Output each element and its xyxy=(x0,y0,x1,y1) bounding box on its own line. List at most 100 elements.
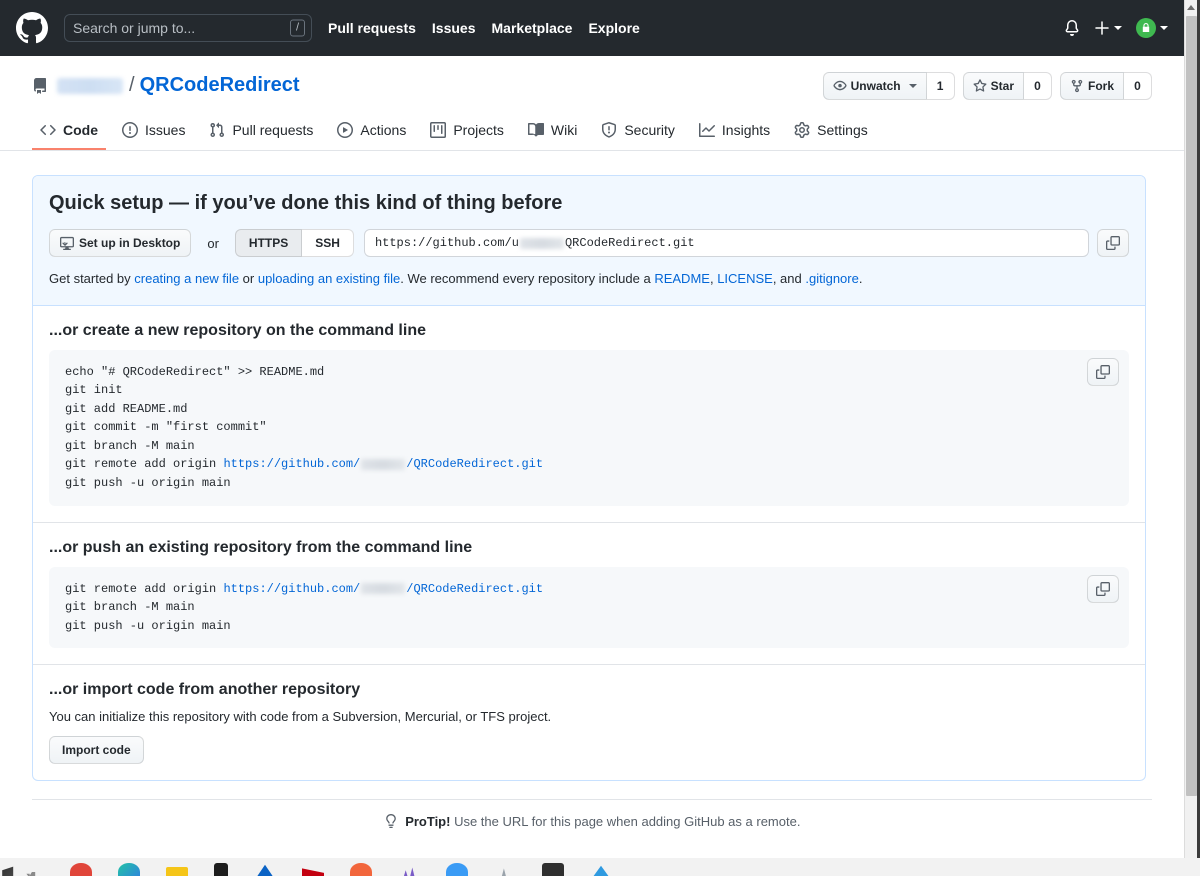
github-mark-icon[interactable] xyxy=(16,11,50,45)
gitignore-link[interactable]: .gitignore xyxy=(805,271,858,286)
page-scrollbar[interactable] xyxy=(1184,0,1197,858)
repo-header: / QRCodeRedirect Unwatch 1 Star 0 Fork 0 xyxy=(0,56,1184,100)
taskbar-app-icon[interactable] xyxy=(402,867,416,876)
repo-name-link[interactable]: QRCodeRedirect xyxy=(140,74,300,97)
create-new-file-link[interactable]: creating a new file xyxy=(134,271,239,286)
tab-actions-label: Actions xyxy=(360,122,407,138)
set-up-in-desktop-button[interactable]: Set up in Desktop xyxy=(49,229,192,257)
nav-issues[interactable]: Issues xyxy=(432,20,476,36)
issue-opened-icon xyxy=(122,122,138,138)
clipboard-icon xyxy=(1096,364,1110,379)
readme-link[interactable]: README xyxy=(654,271,710,286)
protip-footer: ProTip! Use the URL for this page when a… xyxy=(32,799,1152,839)
tab-security[interactable]: Security xyxy=(593,114,683,150)
quick-setup-section: Quick setup — if you’ve done this kind o… xyxy=(33,176,1145,306)
license-link[interactable]: LICENSE xyxy=(717,271,773,286)
import-heading: ...or import code from another repositor… xyxy=(49,681,361,699)
eye-icon xyxy=(833,80,847,91)
fork-button[interactable]: Fork xyxy=(1059,72,1124,100)
taskbar-app-icon[interactable] xyxy=(70,863,92,876)
import-description: You can initialize this repository with … xyxy=(49,709,552,725)
tab-pull-requests[interactable]: Pull requests xyxy=(201,114,321,150)
tab-settings-label: Settings xyxy=(817,122,868,138)
star-icon xyxy=(973,79,987,92)
chevron-down-icon xyxy=(1160,26,1168,30)
import-code-button[interactable]: Import code xyxy=(49,736,144,765)
tab-issues[interactable]: Issues xyxy=(114,114,193,150)
taskbar-search-icon[interactable] xyxy=(26,872,36,876)
gear-icon xyxy=(794,122,810,138)
taskbar-app-icon[interactable] xyxy=(254,864,276,876)
scrollbar-thumb[interactable] xyxy=(1186,16,1197,796)
browser-window: / Pull requests Issues Marketplace Explo… xyxy=(0,0,1200,876)
repo-owner-redacted[interactable] xyxy=(57,77,123,94)
tab-projects-label: Projects xyxy=(453,122,504,138)
unwatch-label: Unwatch xyxy=(850,79,901,93)
plus-icon xyxy=(1095,21,1109,35)
unwatch-button[interactable]: Unwatch xyxy=(822,72,927,100)
taskbar-explorer-icon[interactable] xyxy=(166,867,188,876)
nav-marketplace[interactable]: Marketplace xyxy=(492,20,573,36)
upload-existing-file-link[interactable]: uploading an existing file xyxy=(258,271,400,286)
protocol-https-button[interactable]: HTTPS xyxy=(234,229,303,257)
taskbar-app-icon[interactable] xyxy=(542,863,564,876)
tab-pull-requests-label: Pull requests xyxy=(232,122,314,138)
watch-button-group: Unwatch 1 xyxy=(822,72,955,100)
tab-code[interactable]: Code xyxy=(32,114,106,150)
tab-projects[interactable]: Projects xyxy=(422,114,512,150)
quick-setup-heading: Quick setup — if you’ve done this kind o… xyxy=(49,192,563,214)
clone-url-suffix: QRCodeRedirect.git xyxy=(564,236,695,250)
code-owner-redacted xyxy=(361,582,406,594)
tab-actions[interactable]: Actions xyxy=(329,114,414,150)
star-button[interactable]: Star xyxy=(962,72,1024,100)
project-board-icon xyxy=(430,122,447,138)
notifications-button[interactable] xyxy=(1064,20,1080,36)
chevron-up-icon xyxy=(1187,4,1195,10)
code-remote-url-link[interactable]: https://github.com//QRCodeRedirect.git xyxy=(223,582,543,596)
graph-icon xyxy=(698,123,715,137)
get-started-part3: . We recommend every repository include … xyxy=(400,271,655,286)
taskbar-app-icon[interactable] xyxy=(214,863,228,876)
nav-pull-requests[interactable]: Pull requests xyxy=(328,20,416,36)
clone-url-redacted-owner xyxy=(519,237,564,249)
tab-security-label: Security xyxy=(624,122,675,138)
main-content: Quick setup — if you’ve done this kind o… xyxy=(0,151,1184,839)
repo-icon xyxy=(32,77,48,94)
taskbar-app-icon[interactable] xyxy=(446,863,468,876)
git-pull-request-icon xyxy=(210,122,225,138)
search-input[interactable] xyxy=(73,20,303,36)
tab-settings[interactable]: Settings xyxy=(786,114,876,150)
setup-panel: Quick setup — if you’ve done this kind o… xyxy=(32,175,1146,782)
repo-path-separator: / xyxy=(129,74,135,96)
taskbar-app-icon[interactable] xyxy=(500,868,508,876)
copy-push-existing-code-button[interactable] xyxy=(1087,574,1119,603)
taskbar-app-icon[interactable] xyxy=(118,863,140,876)
copy-clone-url-button[interactable] xyxy=(1097,229,1129,257)
repo-title: / QRCodeRedirect xyxy=(32,72,823,97)
clone-url-input[interactable]: https://github.com/u QRCodeRedirect.git xyxy=(363,229,1089,257)
fork-count[interactable]: 0 xyxy=(1124,72,1152,100)
book-icon xyxy=(527,122,544,137)
taskbar-app-icon[interactable] xyxy=(590,865,612,876)
taskbar-app-icon[interactable] xyxy=(302,868,324,876)
user-avatar-icon xyxy=(1142,23,1150,32)
search-box[interactable]: / xyxy=(64,14,312,42)
watch-count[interactable]: 1 xyxy=(926,72,955,100)
taskbar-app-icon[interactable] xyxy=(350,863,372,876)
protocol-ssh-button[interactable]: SSH xyxy=(302,229,354,257)
chevron-down-icon xyxy=(1114,26,1122,30)
taskbar-start-icon[interactable] xyxy=(2,866,14,876)
nav-explore[interactable]: Explore xyxy=(588,20,639,36)
protip-text: Use the URL for this page when adding Gi… xyxy=(450,814,801,830)
push-existing-code-block[interactable]: git remote add origin https://github.com… xyxy=(49,566,1129,649)
global-nav: Pull requests Issues Marketplace Explore xyxy=(328,20,1064,36)
copy-create-repo-code-button[interactable] xyxy=(1087,357,1119,386)
tab-wiki[interactable]: Wiki xyxy=(520,114,585,150)
tab-insights[interactable]: Insights xyxy=(691,114,778,150)
star-count[interactable]: 0 xyxy=(1023,72,1052,100)
create-repo-code-block[interactable]: echo "# QRCodeRedirect" >> README.md git… xyxy=(49,349,1129,506)
code-remote-url-link[interactable]: https://github.com//QRCodeRedirect.git xyxy=(223,457,543,471)
user-menu-button[interactable] xyxy=(1136,18,1168,38)
create-new-button[interactable] xyxy=(1094,20,1122,36)
scrollbar-up-button[interactable] xyxy=(1185,0,1197,14)
